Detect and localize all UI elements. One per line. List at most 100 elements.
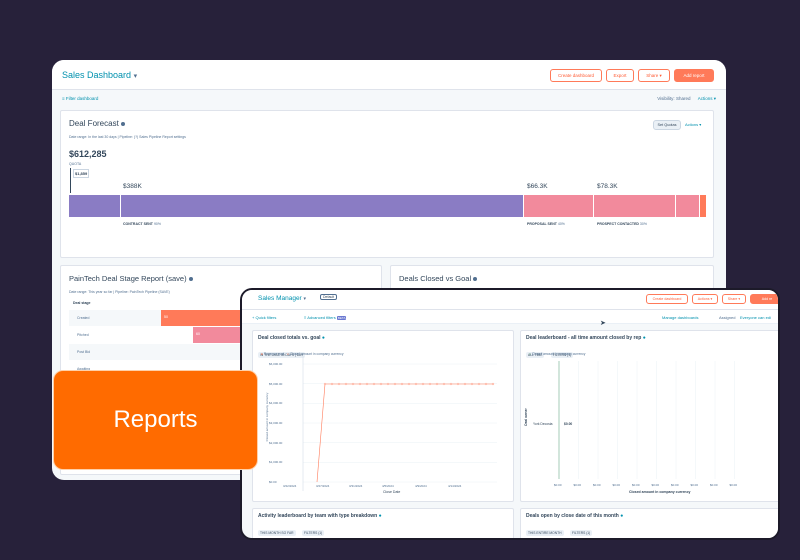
forecast-seg-extra[interactable] <box>676 195 700 217</box>
add-report-button[interactable]: Add report <box>674 69 714 82</box>
goal-point <box>323 382 327 386</box>
forecast-seg-prospect-contacted[interactable] <box>594 195 676 217</box>
activity-title-text: Activity leaderboard by team with type b… <box>258 513 378 519</box>
x-tick-label: $0.00 <box>651 483 660 487</box>
goal-point <box>386 382 390 386</box>
mouse-cursor-icon: ➤ <box>600 320 606 327</box>
deal-forecast-title-text: Deal Forecast <box>69 119 119 128</box>
open-deals-card: Deals open by close date of this month ●… <box>520 508 778 538</box>
beta-badge: BETA <box>336 316 347 320</box>
deal-stage-title: PainTech Deal Stage Report (save) <box>69 274 193 283</box>
activity-tags: THIS MONTH SO FAR FILTERS (1) <box>258 521 326 538</box>
front-actions-button[interactable]: Actions ▾ <box>692 294 718 304</box>
seg3-caption: PROSPECT CONTACTED 30% <box>597 222 647 226</box>
dashboard-actions-link[interactable]: Actions ▾ <box>698 96 716 101</box>
front-filter-bar: + Quick filters ≡ Advanced filters BETA … <box>242 310 778 324</box>
goal-point <box>365 382 369 386</box>
chevron-down-icon: ▾ <box>303 296 307 302</box>
info-icon <box>188 277 193 282</box>
goal-point <box>358 382 362 386</box>
deal-leaderboard-card: Deal leaderboard - all time amount close… <box>520 330 778 502</box>
deal-forecast-card: Deal Forecast Date range: In the last 30… <box>60 110 714 258</box>
manage-dashboards-link[interactable]: Manage dashboards <box>662 315 698 320</box>
goal-point <box>491 382 495 386</box>
seg1-pct: 90% <box>153 222 161 226</box>
stage-row-label: Post Bid <box>77 350 91 354</box>
create-dashboard-button[interactable]: Create dashboard <box>550 69 602 82</box>
front-dashboard-title: Sales Manager <box>258 295 302 302</box>
goal-point <box>344 382 348 386</box>
x-tick-label: $0.00 <box>729 483 738 487</box>
info-icon <box>473 277 478 282</box>
stage-meta: Date range: This year so far | Pipeline:… <box>69 290 170 294</box>
date-range-tag[interactable]: THIS ENTIRE MONTH <box>526 530 564 536</box>
front-dashboard-selector[interactable]: Sales Manager ▾ <box>258 295 306 302</box>
deal-stage-title-text: PainTech Deal Stage Report (save) <box>69 274 187 283</box>
goal-point <box>456 382 460 386</box>
stage-column-header: Deal stage <box>73 301 91 305</box>
info-icon: ● <box>620 513 624 519</box>
leaderboard-x-label: Closed amount in company currency <box>629 490 691 494</box>
dashboard-selector[interactable]: Sales Dashboard ▾ <box>62 70 137 80</box>
back-header: Sales Dashboard ▾ Create dashboard Expor… <box>52 60 726 90</box>
share-button[interactable]: Share ▾ <box>638 69 670 82</box>
assigned-label: Assigned <box>719 315 736 320</box>
filters-tag[interactable]: FILTERS (1) <box>569 530 593 536</box>
seg1-caption: CONTRACT SENT 90% <box>123 222 161 226</box>
advanced-filters-link[interactable]: ≡ Advanced filters BETA <box>304 315 347 320</box>
revenue-goal-line <box>316 383 493 483</box>
goal-point <box>337 382 341 386</box>
quota-marker <box>70 168 71 193</box>
x-tick-label: $0.00 <box>593 483 601 487</box>
chevron-down-icon: ▾ <box>133 73 138 80</box>
front-add-report-button[interactable]: Add re <box>750 294 778 304</box>
x-tick-label: $0.00 <box>690 483 699 487</box>
seg2-pct: 40% <box>557 222 565 226</box>
forecast-seg-contract-sent[interactable] <box>121 195 524 217</box>
seg2-value: $66.3K <box>527 183 548 190</box>
closed-vs-goal-title-text: Deals Closed vs Goal <box>399 274 472 283</box>
sliders-icon: ≡ <box>304 315 307 320</box>
date-range-tag[interactable]: THIS MONTH SO FAR <box>258 530 296 536</box>
closed-vs-goal-title: Deals Closed vs Goal <box>399 274 478 283</box>
goal-point <box>400 382 404 386</box>
forecast-seg-0[interactable] <box>69 195 121 217</box>
x-tick-label: $0.00 <box>671 483 679 487</box>
goal-point <box>435 382 439 386</box>
front-share-button[interactable]: Share ▾ <box>722 294 746 304</box>
front-create-dashboard-button[interactable]: Create dashboard <box>646 294 688 304</box>
filter-icon: ≡ <box>62 96 65 101</box>
goal-point <box>330 382 334 386</box>
export-button[interactable]: Export <box>606 69 634 82</box>
filter-dashboard-label: Filter dashboard <box>65 96 99 101</box>
goal-point <box>351 382 355 386</box>
filters-tag[interactable]: FILTERS (1) <box>301 530 325 536</box>
goal-point <box>463 382 467 386</box>
open-deals-title-text: Deals open by close date of this month <box>526 513 619 519</box>
seg3-pct: 30% <box>639 222 647 226</box>
forecast-seg-end[interactable] <box>700 195 706 217</box>
forecast-seg-proposal-sent[interactable] <box>524 195 594 217</box>
everyone-can-edit-link[interactable]: Everyone can edi <box>740 315 771 320</box>
plus-icon: + <box>252 315 255 320</box>
stage-row-label: Created <box>77 316 90 320</box>
info-icon <box>120 121 125 126</box>
visibility-value: Shared <box>675 96 691 101</box>
activity-card: Activity leaderboard by team with type b… <box>252 508 514 538</box>
stage-row-value: 60 <box>196 332 200 336</box>
set-quotas-button[interactable]: Set Quotas <box>653 120 681 130</box>
default-badge: Default <box>320 294 338 300</box>
visibility-label: Visibility: <box>657 96 675 101</box>
x-tick-label: $0.00 <box>710 483 718 487</box>
goal-point <box>379 382 383 386</box>
deal-closed-card: Deal closed totals vs. goal ● IN THE LAS… <box>252 330 514 502</box>
goal-point <box>449 382 453 386</box>
forecast-actions-link[interactable]: Actions ▾ <box>685 122 701 127</box>
forecast-bar <box>69 195 713 217</box>
filter-dashboard-link[interactable]: ≡ Filter dashboard <box>62 96 98 101</box>
activity-title: Activity leaderboard by team with type b… <box>258 513 382 519</box>
info-icon: ● <box>378 513 382 519</box>
quick-filters-link[interactable]: + Quick filters <box>252 315 276 320</box>
goal-point <box>477 382 481 386</box>
front-header: Sales Manager ▾ Default Create dashboard… <box>242 290 778 310</box>
